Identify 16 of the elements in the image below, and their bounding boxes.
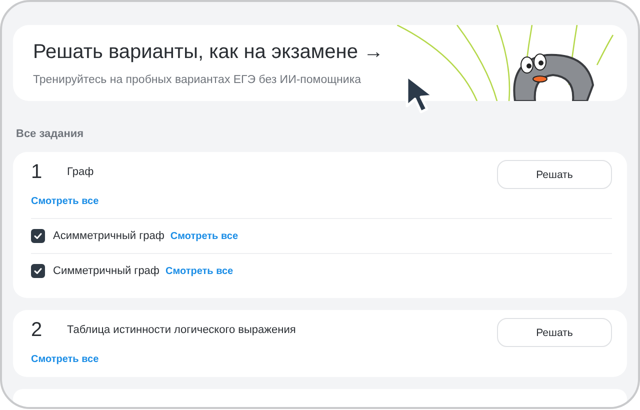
view-all-link[interactable]: Смотреть все bbox=[170, 230, 238, 242]
subtopic-label: Симметричный граф bbox=[53, 265, 160, 277]
banner-title[interactable]: Решать варианты, как на экзамене → bbox=[33, 41, 397, 64]
solve-button[interactable]: Решать bbox=[497, 160, 612, 189]
view-all-link[interactable]: Смотреть все bbox=[31, 196, 99, 207]
solve-button[interactable]: Решать bbox=[497, 318, 612, 347]
task-number: 1 bbox=[31, 160, 44, 184]
task-title: Граф bbox=[67, 166, 94, 178]
task-title: Таблица истинности логического выражения bbox=[67, 324, 296, 336]
banner-card[interactable]: Решать варианты, как на экзамене → Тренируйтесь на пробных вариантах ЕГЭ без ИИ-помощника bbox=[13, 25, 627, 101]
section-heading: Все задания bbox=[16, 128, 85, 140]
subtopic-label: Асимметричный граф bbox=[53, 230, 164, 242]
view-all-link[interactable]: Смотреть все bbox=[31, 354, 99, 365]
task-number: 2 bbox=[31, 318, 44, 342]
banner-subtitle: Тренируйтесь на пробных вариантах ЕГЭ без ИИ-помощника bbox=[33, 74, 362, 86]
view-all-link[interactable]: Смотреть все bbox=[165, 266, 234, 276]
